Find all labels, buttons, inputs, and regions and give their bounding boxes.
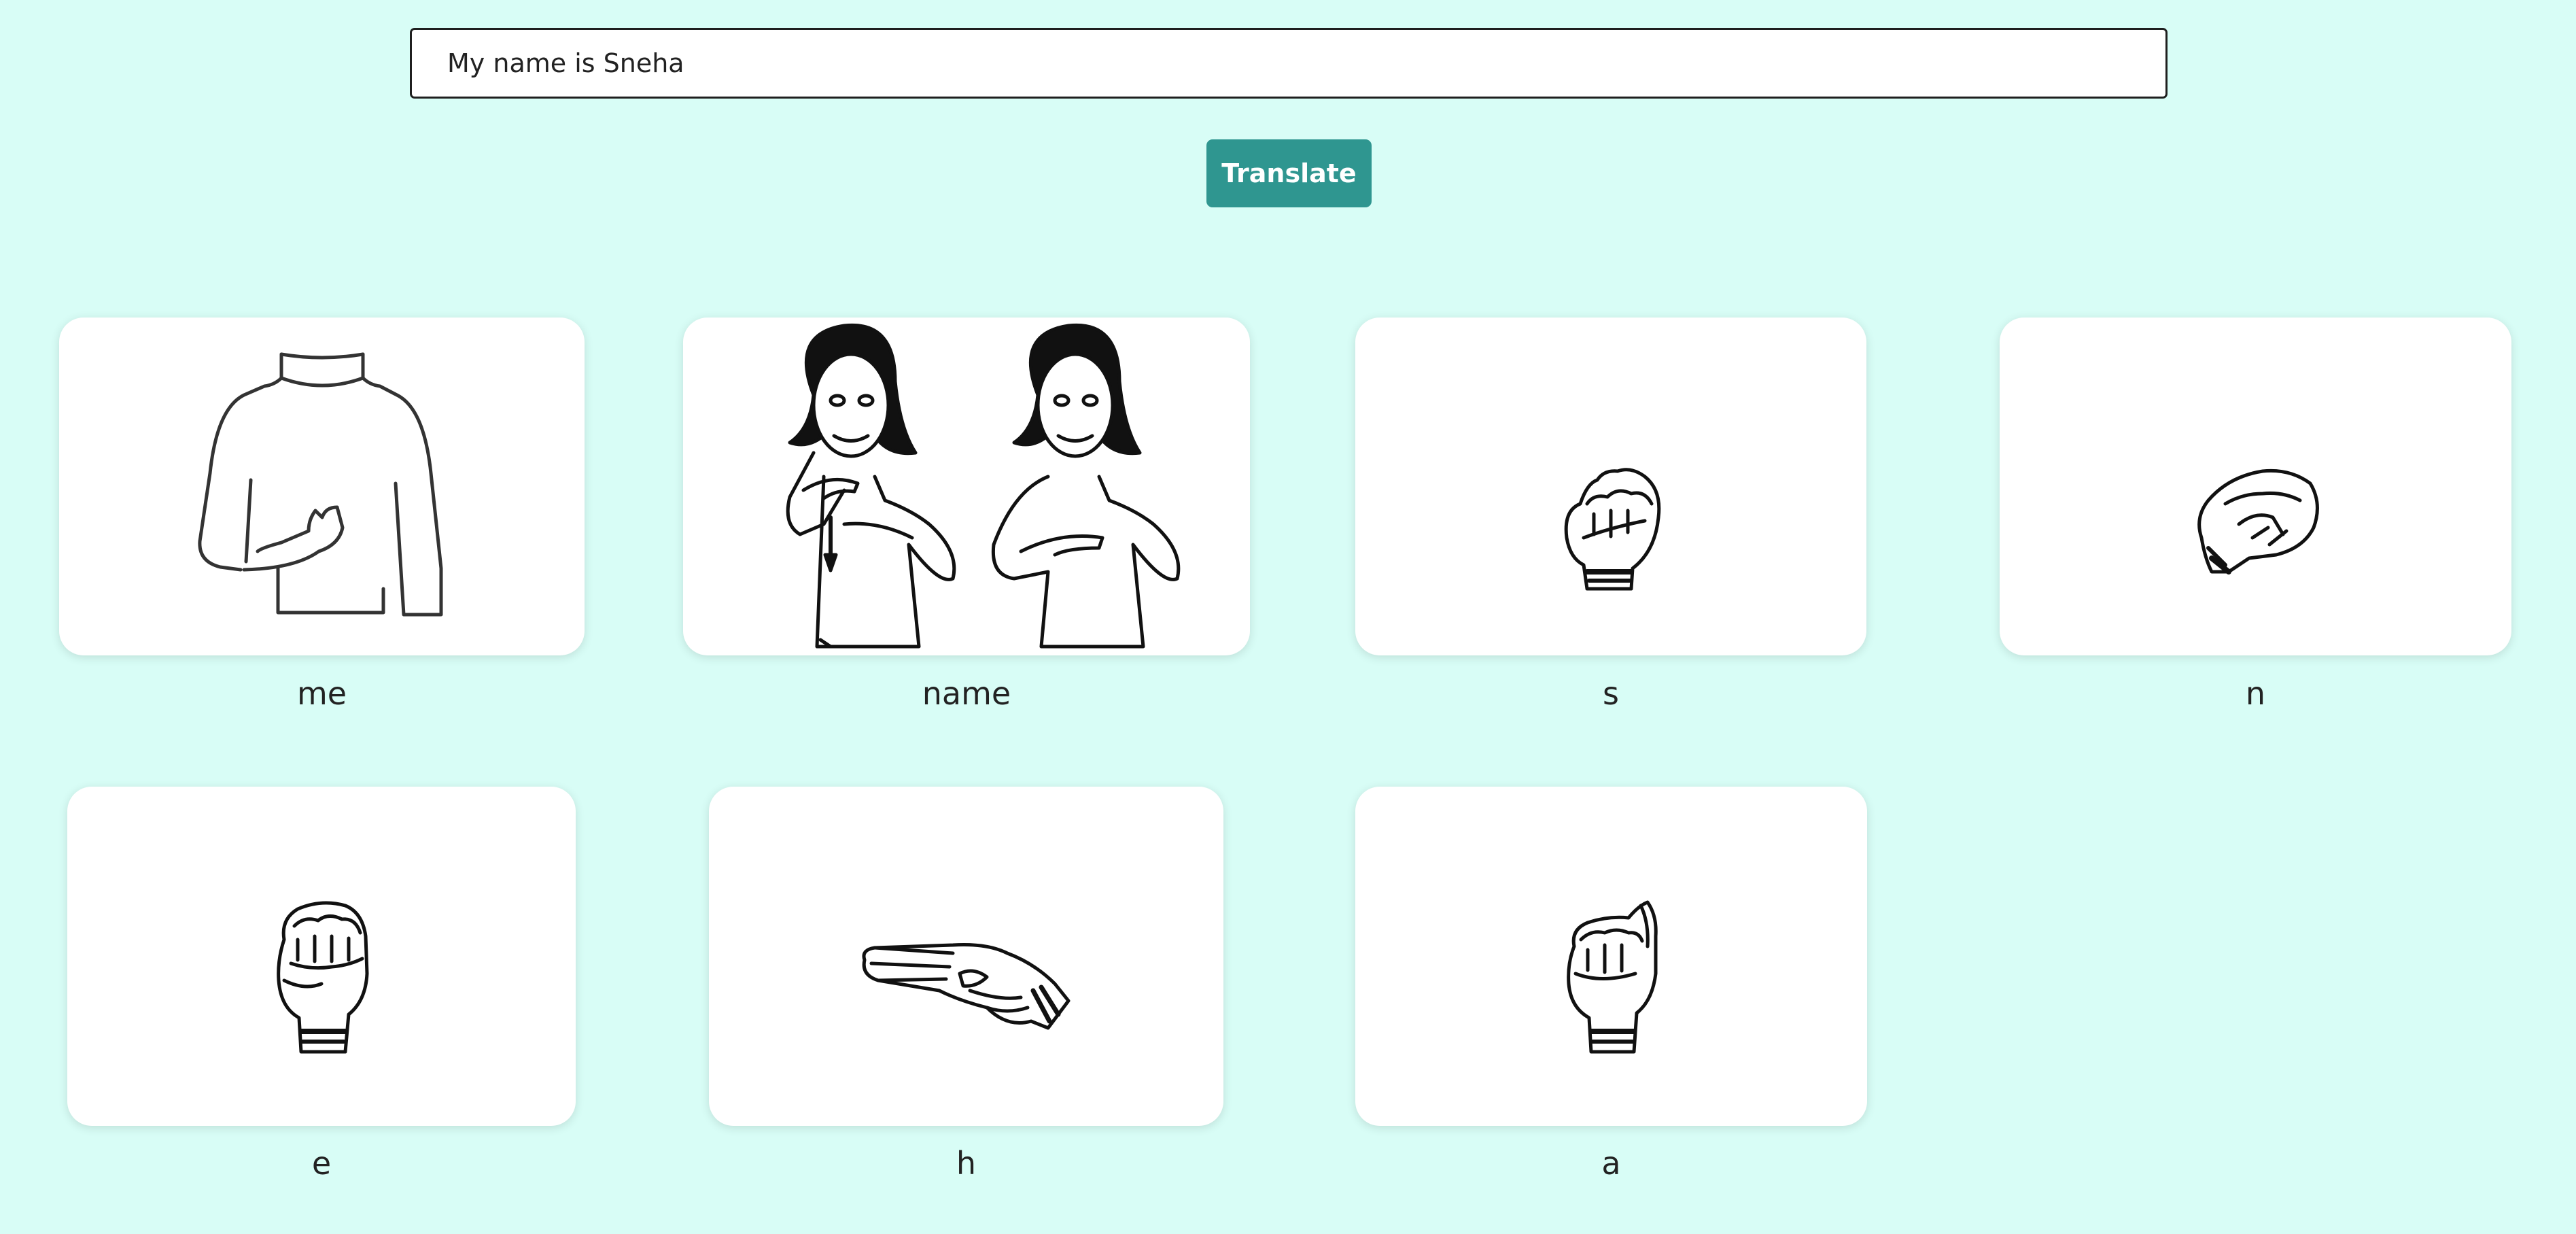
- sign-label: s: [1603, 675, 1619, 712]
- sign-card-e: [67, 787, 576, 1126]
- sign-label: h: [956, 1145, 977, 1182]
- sign-label: name: [922, 675, 1011, 712]
- sign-card-me: [59, 318, 585, 655]
- sign-label: me: [296, 675, 347, 712]
- sign-label: n: [2245, 675, 2266, 712]
- me-sign-icon: [179, 344, 465, 630]
- sentence-input[interactable]: [410, 28, 2168, 99]
- letter-h-hand-icon: [858, 926, 1075, 1042]
- translate-button[interactable]: Translate: [1206, 139, 1372, 207]
- sign-card-s: [1355, 318, 1866, 655]
- sign-label: e: [311, 1145, 332, 1182]
- letter-s-hand-icon: [1556, 456, 1665, 592]
- letter-n-hand-icon: [2188, 463, 2324, 579]
- sign-card-a: [1355, 787, 1867, 1126]
- sign-card-name: [683, 318, 1250, 655]
- sign-card-n: [2000, 318, 2511, 655]
- sign-card-h: [709, 787, 1223, 1126]
- sign-label: a: [1601, 1145, 1621, 1182]
- name-sign-icon: [749, 320, 1184, 653]
- letter-a-hand-icon: [1561, 899, 1663, 1055]
- letter-e-hand-icon: [271, 899, 372, 1055]
